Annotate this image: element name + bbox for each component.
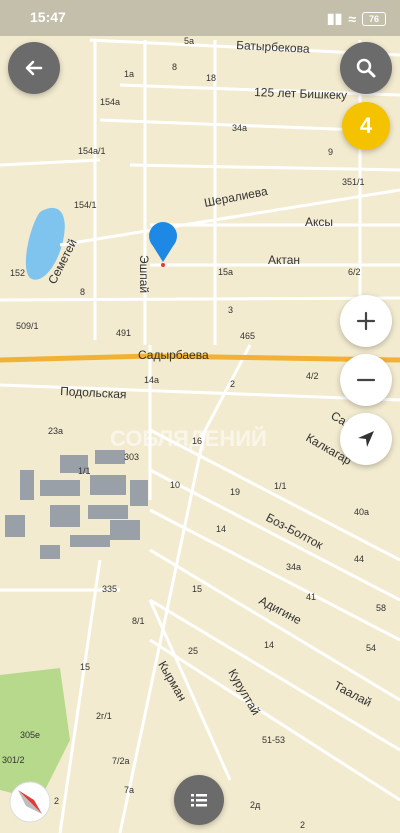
house-number: 54 — [366, 643, 376, 653]
results-count-badge[interactable]: 4 — [342, 102, 390, 150]
house-number: 51-53 — [262, 735, 285, 745]
house-number: 335 — [102, 584, 117, 594]
house-number: 23a — [48, 426, 63, 436]
house-number: 154a/1 — [78, 146, 106, 156]
house-number: 1/1 — [78, 466, 91, 476]
house-number: 491 — [116, 328, 131, 338]
house-number: 8 — [80, 287, 85, 297]
back-button[interactable] — [8, 42, 60, 94]
badge-count: 4 — [359, 113, 373, 138]
zoom-out-button[interactable] — [340, 354, 392, 406]
house-number: 6/2 — [348, 267, 361, 277]
house-number: 303 — [124, 452, 139, 462]
house-number: 14a — [144, 375, 159, 385]
house-number: 2г/1 — [96, 711, 112, 721]
house-number: 25 — [188, 646, 198, 656]
street-label: Актан — [268, 253, 300, 267]
house-number: 509/1 — [16, 321, 39, 331]
zoom-in-button[interactable] — [340, 295, 392, 347]
house-number: 8/1 — [132, 616, 145, 626]
house-number: 15 — [80, 662, 90, 672]
house-number: 18 — [206, 73, 216, 83]
street-label: Садырбаева — [138, 348, 209, 362]
house-number: 14 — [216, 524, 226, 534]
wifi-icon: ≈ — [348, 10, 356, 27]
house-number: 44 — [354, 554, 364, 564]
house-number: 7/2a — [112, 756, 130, 766]
house-number: 5a — [184, 36, 194, 46]
house-number: 1a — [124, 69, 134, 79]
minus-icon — [356, 378, 376, 382]
house-number: 58 — [376, 603, 386, 613]
house-number: 41 — [306, 592, 316, 602]
house-number: 4/2 — [306, 371, 319, 381]
house-number: 2 — [300, 820, 305, 830]
search-button[interactable] — [340, 42, 392, 94]
house-number: 8 — [172, 62, 177, 72]
house-number: 34a — [286, 562, 301, 572]
house-number: 1/1 — [274, 481, 287, 491]
house-number: 7a — [124, 785, 134, 795]
house-number: 19 — [230, 487, 240, 497]
signal-icon: ▮▮ — [326, 10, 343, 26]
house-number: 2 — [54, 796, 59, 806]
compass-icon[interactable] — [9, 781, 51, 823]
house-number: 40a — [354, 507, 369, 517]
house-number: 154/1 — [74, 200, 97, 210]
house-number: 465 — [240, 331, 255, 341]
battery-icon: 76 — [362, 11, 386, 26]
house-number: 152 — [10, 268, 25, 278]
house-number: 2 — [230, 379, 235, 389]
house-number: 10 — [170, 480, 180, 490]
house-number: 34a — [232, 123, 247, 133]
street-label: Аксы — [305, 215, 333, 229]
house-number: 15a — [218, 267, 233, 277]
my-location-button[interactable] — [340, 413, 392, 465]
status-bar: 15:47 ▮▮ ≈ 76 — [0, 0, 400, 34]
house-number: 15 — [192, 584, 202, 594]
street-label: Эшпай — [137, 255, 151, 293]
house-number: 3 — [228, 305, 233, 315]
house-number: 14 — [264, 640, 274, 650]
house-number: 351/1 — [342, 177, 365, 187]
house-number: 2д — [250, 800, 261, 810]
clock: 15:47 — [30, 9, 66, 25]
house-number: 301/2 — [2, 755, 25, 765]
house-number: 305e — [20, 730, 40, 740]
search-icon — [356, 58, 376, 78]
list-view-button[interactable] — [174, 775, 224, 825]
house-number: 154a — [100, 97, 120, 107]
navigation-arrow-icon — [358, 431, 374, 447]
watermark-text: СОБЛЯДЕНИЙ — [110, 426, 267, 451]
house-number: 9 — [328, 147, 333, 157]
list-icon — [191, 794, 207, 807]
house-number: 16 — [192, 436, 202, 446]
plus-icon — [356, 311, 376, 331]
arrow-left-icon — [25, 60, 43, 76]
map-canvas[interactable]: Батырбекова 125 лет Бишкеку Шералиева Ак… — [0, 0, 400, 833]
